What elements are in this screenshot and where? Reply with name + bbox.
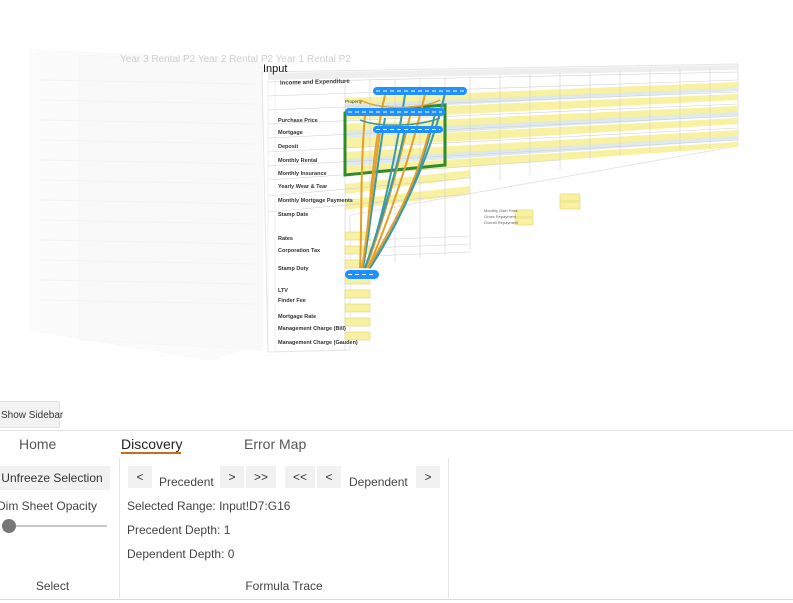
row-label: Monthly Insurance (278, 171, 327, 177)
dim-opacity-slider-track[interactable] (6, 525, 107, 527)
svg-text:Gross Repayment: Gross Repayment (484, 214, 517, 219)
panel-divider (119, 458, 120, 598)
spreadsheet-visualization: Year 3 Rental P2 Year 2 Rental P2 Year 1… (0, 0, 739, 395)
tab-home[interactable]: Home (19, 436, 56, 452)
row-label: Stamp Date (278, 212, 308, 218)
panel-divider (448, 458, 449, 598)
row-label: Yearly Wear & Tear (278, 184, 328, 190)
row-label: Rates (278, 236, 293, 242)
unfreeze-selection-button[interactable]: Unfreeze Selection (0, 466, 110, 490)
next-dependent-button[interactable]: > (416, 466, 440, 488)
row-label: Management Charge (Gauden) (278, 340, 358, 346)
row-label: Mortgage Rate (278, 314, 316, 320)
formula-trace-group-label: Formula Trace (245, 579, 323, 593)
precedent-depth-text: Precedent Depth: 1 (127, 523, 231, 537)
tab-error-map[interactable]: Error Map (244, 436, 306, 452)
row-label: Mortgage (278, 130, 303, 136)
ghost-sheet-title: Year 3 Rental P2 Year 2 Rental P2 Year 1… (120, 54, 351, 65)
ghost-sheet-layers (29, 49, 263, 361)
row-label: Monthly Mortgage Payments (278, 198, 353, 204)
row-label: Finder Fee (278, 298, 306, 304)
previous-precedent-button[interactable]: < (128, 466, 152, 488)
dim-opacity-slider-thumb[interactable] (2, 519, 16, 533)
row-label: Deposit (278, 144, 298, 150)
svg-text:Monthly Gain Pass: Monthly Gain Pass (484, 208, 518, 213)
all-dependents-button[interactable]: << (285, 466, 315, 488)
dependent-depth-text: Dependent Depth: 0 (127, 547, 235, 561)
active-tab-indicator (121, 452, 181, 454)
svg-text:Overall Repayment: Overall Repayment (484, 220, 519, 225)
select-group-label: Select (35, 579, 70, 593)
next-precedent-button[interactable]: > (220, 466, 244, 488)
row-label: Purchase Price (278, 118, 318, 124)
row-label: Management Charge (Bill) (278, 326, 346, 332)
spreadsheet-3d-view[interactable]: Year 3 Rental P2 Year 2 Rental P2 Year 1… (0, 0, 793, 395)
column-header: Property (345, 99, 363, 104)
precedent-label: Precedent (159, 475, 214, 489)
row-label: LTV (278, 288, 288, 294)
side-labels: Monthly Gain Pass Gross Repayment Overal… (484, 208, 519, 225)
ribbon-bottom-border (0, 599, 793, 600)
selected-range-text: Selected Range: Input!D7:G16 (127, 499, 291, 513)
all-precedents-button[interactable]: >> (246, 466, 276, 488)
tab-discovery[interactable]: Discovery (121, 436, 182, 452)
previous-dependent-button[interactable]: < (317, 466, 341, 488)
dependent-label: Dependent (349, 475, 408, 489)
sheet-title: Input (263, 63, 287, 75)
show-sidebar-button[interactable]: Show Sidebar (0, 401, 63, 428)
row-label: Corporation Tax (278, 248, 321, 254)
row-label: Stamp Duty (278, 266, 310, 272)
dim-sheet-opacity-label: Dim Sheet Opacity (0, 499, 98, 513)
row-label: Monthly Rental (278, 158, 318, 164)
